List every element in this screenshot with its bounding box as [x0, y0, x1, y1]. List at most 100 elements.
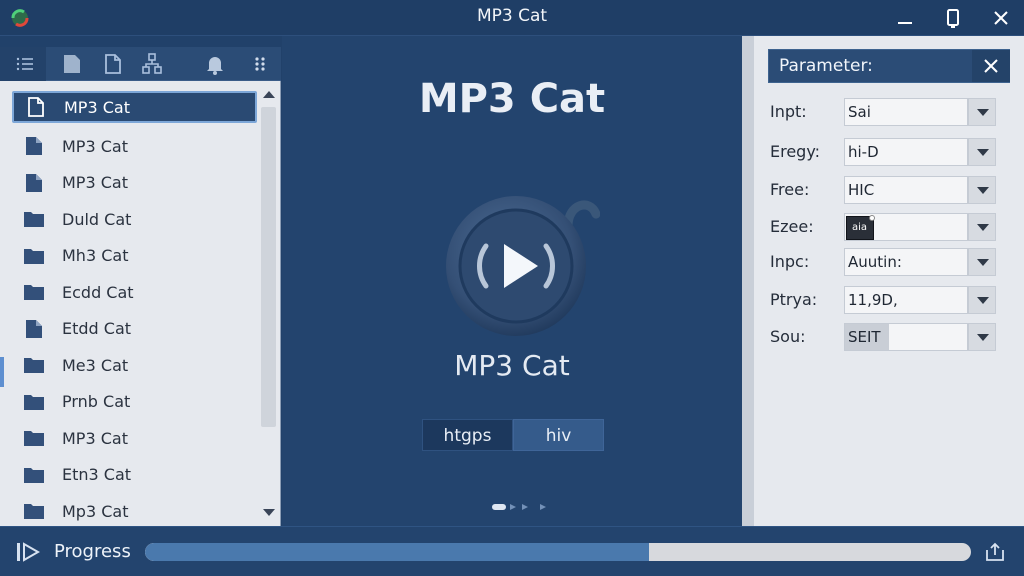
more-options-button[interactable]: [248, 52, 272, 76]
swatch-dot: [869, 215, 875, 221]
notifications-button[interactable]: [203, 52, 227, 76]
parameter-label: Inpt:: [770, 102, 807, 121]
mode-toggle-option-b[interactable]: hiv: [513, 419, 604, 451]
parameter-label: Ptrya:: [770, 290, 818, 309]
close-icon: [984, 59, 998, 73]
parameter-field[interactable]: Auutin:: [844, 248, 968, 276]
folder-icon: [22, 499, 46, 523]
parameter-row: Ptrya: 11,9D,: [770, 286, 996, 314]
parameter-label: Free:: [770, 180, 810, 199]
file-list-item[interactable]: MP3 Cat: [12, 420, 257, 457]
parameter-row: Free: HIC: [770, 176, 996, 204]
parameter-value: SEIT: [848, 328, 881, 346]
more-grid-icon: [255, 57, 265, 71]
parameter-field[interactable]: 11,9D,: [844, 286, 968, 314]
player-title: MP3 Cat: [418, 76, 606, 122]
parameter-value: 11,9D,: [848, 291, 898, 309]
panel-splitter[interactable]: [742, 36, 754, 526]
parameter-label: Eregy:: [770, 142, 821, 161]
dropdown-arrow-icon[interactable]: [968, 286, 996, 314]
color-swatch[interactable]: aia: [846, 215, 875, 240]
file-list-item-label: MP3 Cat: [62, 136, 128, 156]
file-list-item[interactable]: Me3 Cat: [12, 347, 257, 384]
document-outline-icon: [24, 95, 48, 119]
file-list-item[interactable]: Ecdd Cat: [12, 274, 257, 311]
scroll-down-arrow[interactable]: [263, 509, 275, 516]
file-list-item-label: Mp3 Cat: [62, 501, 129, 521]
dropdown-arrow-icon[interactable]: [968, 323, 996, 351]
file-list-item[interactable]: MP3 Cat: [12, 165, 257, 202]
document-outline-button[interactable]: [101, 52, 125, 76]
scroll-up-arrow[interactable]: [263, 91, 275, 98]
progress-slider[interactable]: [145, 543, 971, 561]
close-icon: [994, 11, 1008, 25]
minimize-icon: [898, 22, 912, 24]
document-button[interactable]: [60, 52, 84, 76]
file-list-item[interactable]: MP3 Cat: [12, 128, 257, 165]
dropdown-arrow-icon[interactable]: [968, 176, 996, 204]
parameter-label: Sou:: [770, 327, 806, 346]
file-list-item-label: Duld Cat: [62, 209, 132, 229]
document-outline-icon: [105, 54, 121, 74]
mode-toggle: htgps hiv: [422, 419, 604, 451]
list-view-button[interactable]: [13, 52, 37, 76]
minimize-button[interactable]: [893, 6, 917, 30]
parameter-value: Auutin:: [848, 253, 902, 271]
drag-handle[interactable]: [0, 357, 4, 387]
title-bar: MP3 Cat: [0, 0, 1024, 36]
parameter-row: Inpc: Auutin:: [770, 248, 996, 276]
folder-icon: [22, 353, 46, 377]
file-list-scrollbar[interactable]: [259, 85, 278, 523]
parameter-row: Inpt: Sai: [770, 98, 996, 126]
play-progress-icon[interactable]: [16, 541, 40, 563]
pagination-dots[interactable]: [492, 502, 552, 512]
file-list-item[interactable]: Mp3 Cat: [12, 493, 257, 530]
parameter-field[interactable]: HIC: [844, 176, 968, 204]
parameter-field[interactable]: SEIT: [844, 323, 968, 351]
progress-label: Progress: [54, 541, 131, 562]
window-title: MP3 Cat: [476, 6, 548, 26]
file-list-item-label: Me3 Cat: [62, 355, 129, 375]
file-list-item-label: Etdd Cat: [62, 319, 132, 339]
parameter-value: hi-D: [848, 143, 879, 161]
maximize-button[interactable]: [941, 6, 965, 30]
parameter-field[interactable]: aia: [844, 213, 968, 241]
document-icon: [22, 171, 46, 195]
parameter-panel: Parameter: Inpt: Sai Eregy: hi-D Free: HIC Eze…: [754, 36, 1024, 526]
dropdown-arrow-icon[interactable]: [968, 138, 996, 166]
mode-toggle-option-a[interactable]: htgps: [422, 419, 513, 451]
list-icon: [16, 57, 33, 71]
export-icon[interactable]: [984, 541, 1006, 563]
close-window-button[interactable]: [989, 6, 1013, 30]
file-list-item[interactable]: MP3 Cat: [12, 91, 257, 123]
player-subtitle: MP3 Cat: [454, 349, 570, 382]
parameter-value: Sai: [848, 103, 871, 121]
file-list-item-label: MP3 Cat: [64, 97, 130, 117]
folder-icon: [22, 463, 46, 487]
parameter-value: HIC: [848, 181, 875, 199]
document-icon: [64, 55, 80, 73]
file-list-item[interactable]: Duld Cat: [12, 201, 257, 238]
parameter-field[interactable]: Sai: [844, 98, 968, 126]
parameter-field[interactable]: hi-D: [844, 138, 968, 166]
file-list-item[interactable]: Mh3 Cat: [12, 238, 257, 275]
play-button[interactable]: [440, 184, 600, 344]
dropdown-arrow-icon[interactable]: [968, 248, 996, 276]
file-list-item-label: Etn3 Cat: [62, 465, 132, 485]
folder-icon: [22, 244, 46, 268]
player-panel: MP3 Cat MP3 Cat htgps hiv: [282, 36, 742, 526]
maximize-icon: [947, 9, 959, 28]
file-browser-panel: MP3 Cat MP3 Cat MP3 Cat Duld Cat Mh3 Cat Ecdd…: [0, 47, 281, 526]
scroll-thumb[interactable]: [261, 107, 276, 427]
file-list-item[interactable]: Etdd Cat: [12, 311, 257, 348]
file-list-item[interactable]: Etn3 Cat: [12, 457, 257, 494]
dropdown-arrow-icon[interactable]: [968, 98, 996, 126]
file-list-item-label: Prnb Cat: [62, 392, 131, 412]
tree-view-button[interactable]: [140, 52, 164, 76]
dropdown-arrow-icon[interactable]: [968, 213, 996, 241]
file-list-item[interactable]: Prnb Cat: [12, 384, 257, 421]
progress-fill: [145, 543, 649, 561]
file-list-item-label: MP3 Cat: [62, 428, 128, 448]
document-icon: [22, 134, 46, 158]
parameter-close-button[interactable]: [972, 50, 1010, 82]
